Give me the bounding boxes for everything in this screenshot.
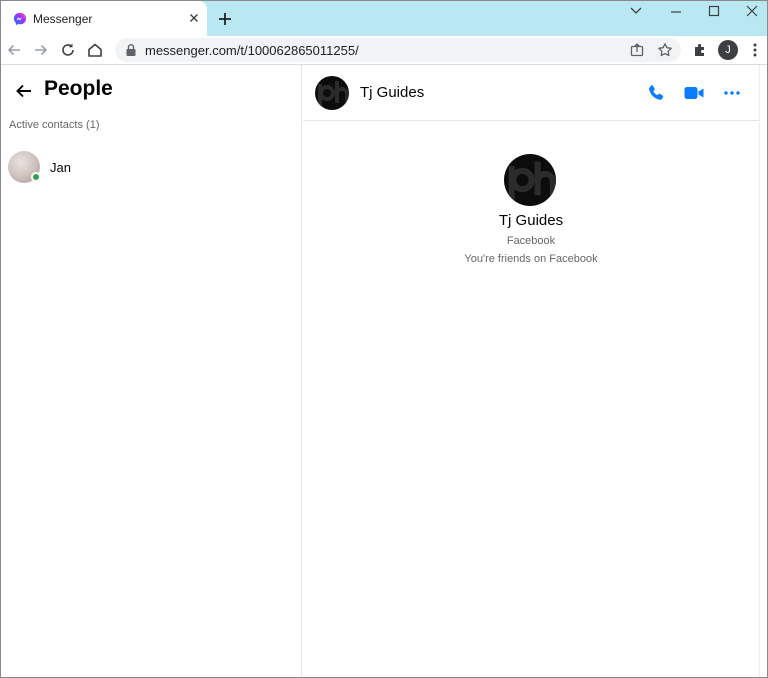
share-icon[interactable] (629, 42, 645, 58)
browser-window: Messenger messenger.com/t/10006286501125… (0, 0, 768, 678)
chat-header: Tj Guides (303, 65, 759, 121)
back-icon[interactable] (5, 41, 23, 59)
more-horizontal-icon[interactable] (721, 82, 743, 104)
tab-title: Messenger (33, 12, 93, 26)
avatar[interactable] (504, 154, 556, 206)
close-tab-icon[interactable] (187, 11, 201, 25)
friend-status: You're friends on Facebook (464, 253, 598, 265)
maximize-icon[interactable] (699, 3, 729, 19)
arrow-left-icon[interactable] (15, 82, 33, 100)
home-icon[interactable] (86, 41, 104, 59)
chat-title[interactable]: Tj Guides (360, 84, 424, 101)
profile-subtitle: Facebook (506, 235, 556, 247)
avatar[interactable] (315, 76, 349, 110)
page-title: People (44, 77, 113, 100)
bookmark-star-icon[interactable] (657, 42, 673, 58)
minimize-icon[interactable] (661, 3, 691, 19)
profile-avatar[interactable]: J (718, 40, 738, 60)
address-bar[interactable]: messenger.com/t/100062865011255/ (115, 38, 681, 62)
pages-logo-icon (508, 161, 556, 200)
lock-icon[interactable] (125, 43, 137, 57)
video-camera-icon[interactable] (683, 82, 705, 104)
kebab-menu-icon[interactable] (746, 41, 764, 59)
browser-toolbar: messenger.com/t/100062865011255/ J (1, 36, 767, 65)
active-contacts-label: Active contacts (1) (9, 119, 100, 131)
messenger-icon (13, 12, 27, 26)
chevron-down-icon[interactable] (621, 3, 651, 19)
conversation-area: Tj Guides Facebook You're friends on Fac… (303, 122, 759, 677)
new-tab-icon[interactable] (217, 11, 233, 27)
close-window-icon[interactable] (737, 3, 767, 19)
tab-messenger[interactable]: Messenger (1, 1, 207, 36)
contact-name: Jan (50, 160, 71, 175)
online-status-icon (31, 172, 41, 182)
scrollbar[interactable] (759, 65, 767, 677)
phone-icon[interactable] (645, 82, 667, 104)
tab-strip: Messenger (1, 1, 767, 36)
contact-item-jan[interactable]: Jan (7, 151, 295, 183)
url-text: messenger.com/t/100062865011255/ (145, 43, 359, 58)
reload-icon[interactable] (59, 41, 77, 59)
pages-logo-icon (318, 81, 349, 106)
profile-name: Tj Guides (498, 212, 564, 229)
forward-icon[interactable] (32, 41, 50, 59)
extensions-puzzle-icon[interactable] (691, 41, 709, 59)
people-panel: People Active contacts (1) Jan (1, 65, 302, 677)
